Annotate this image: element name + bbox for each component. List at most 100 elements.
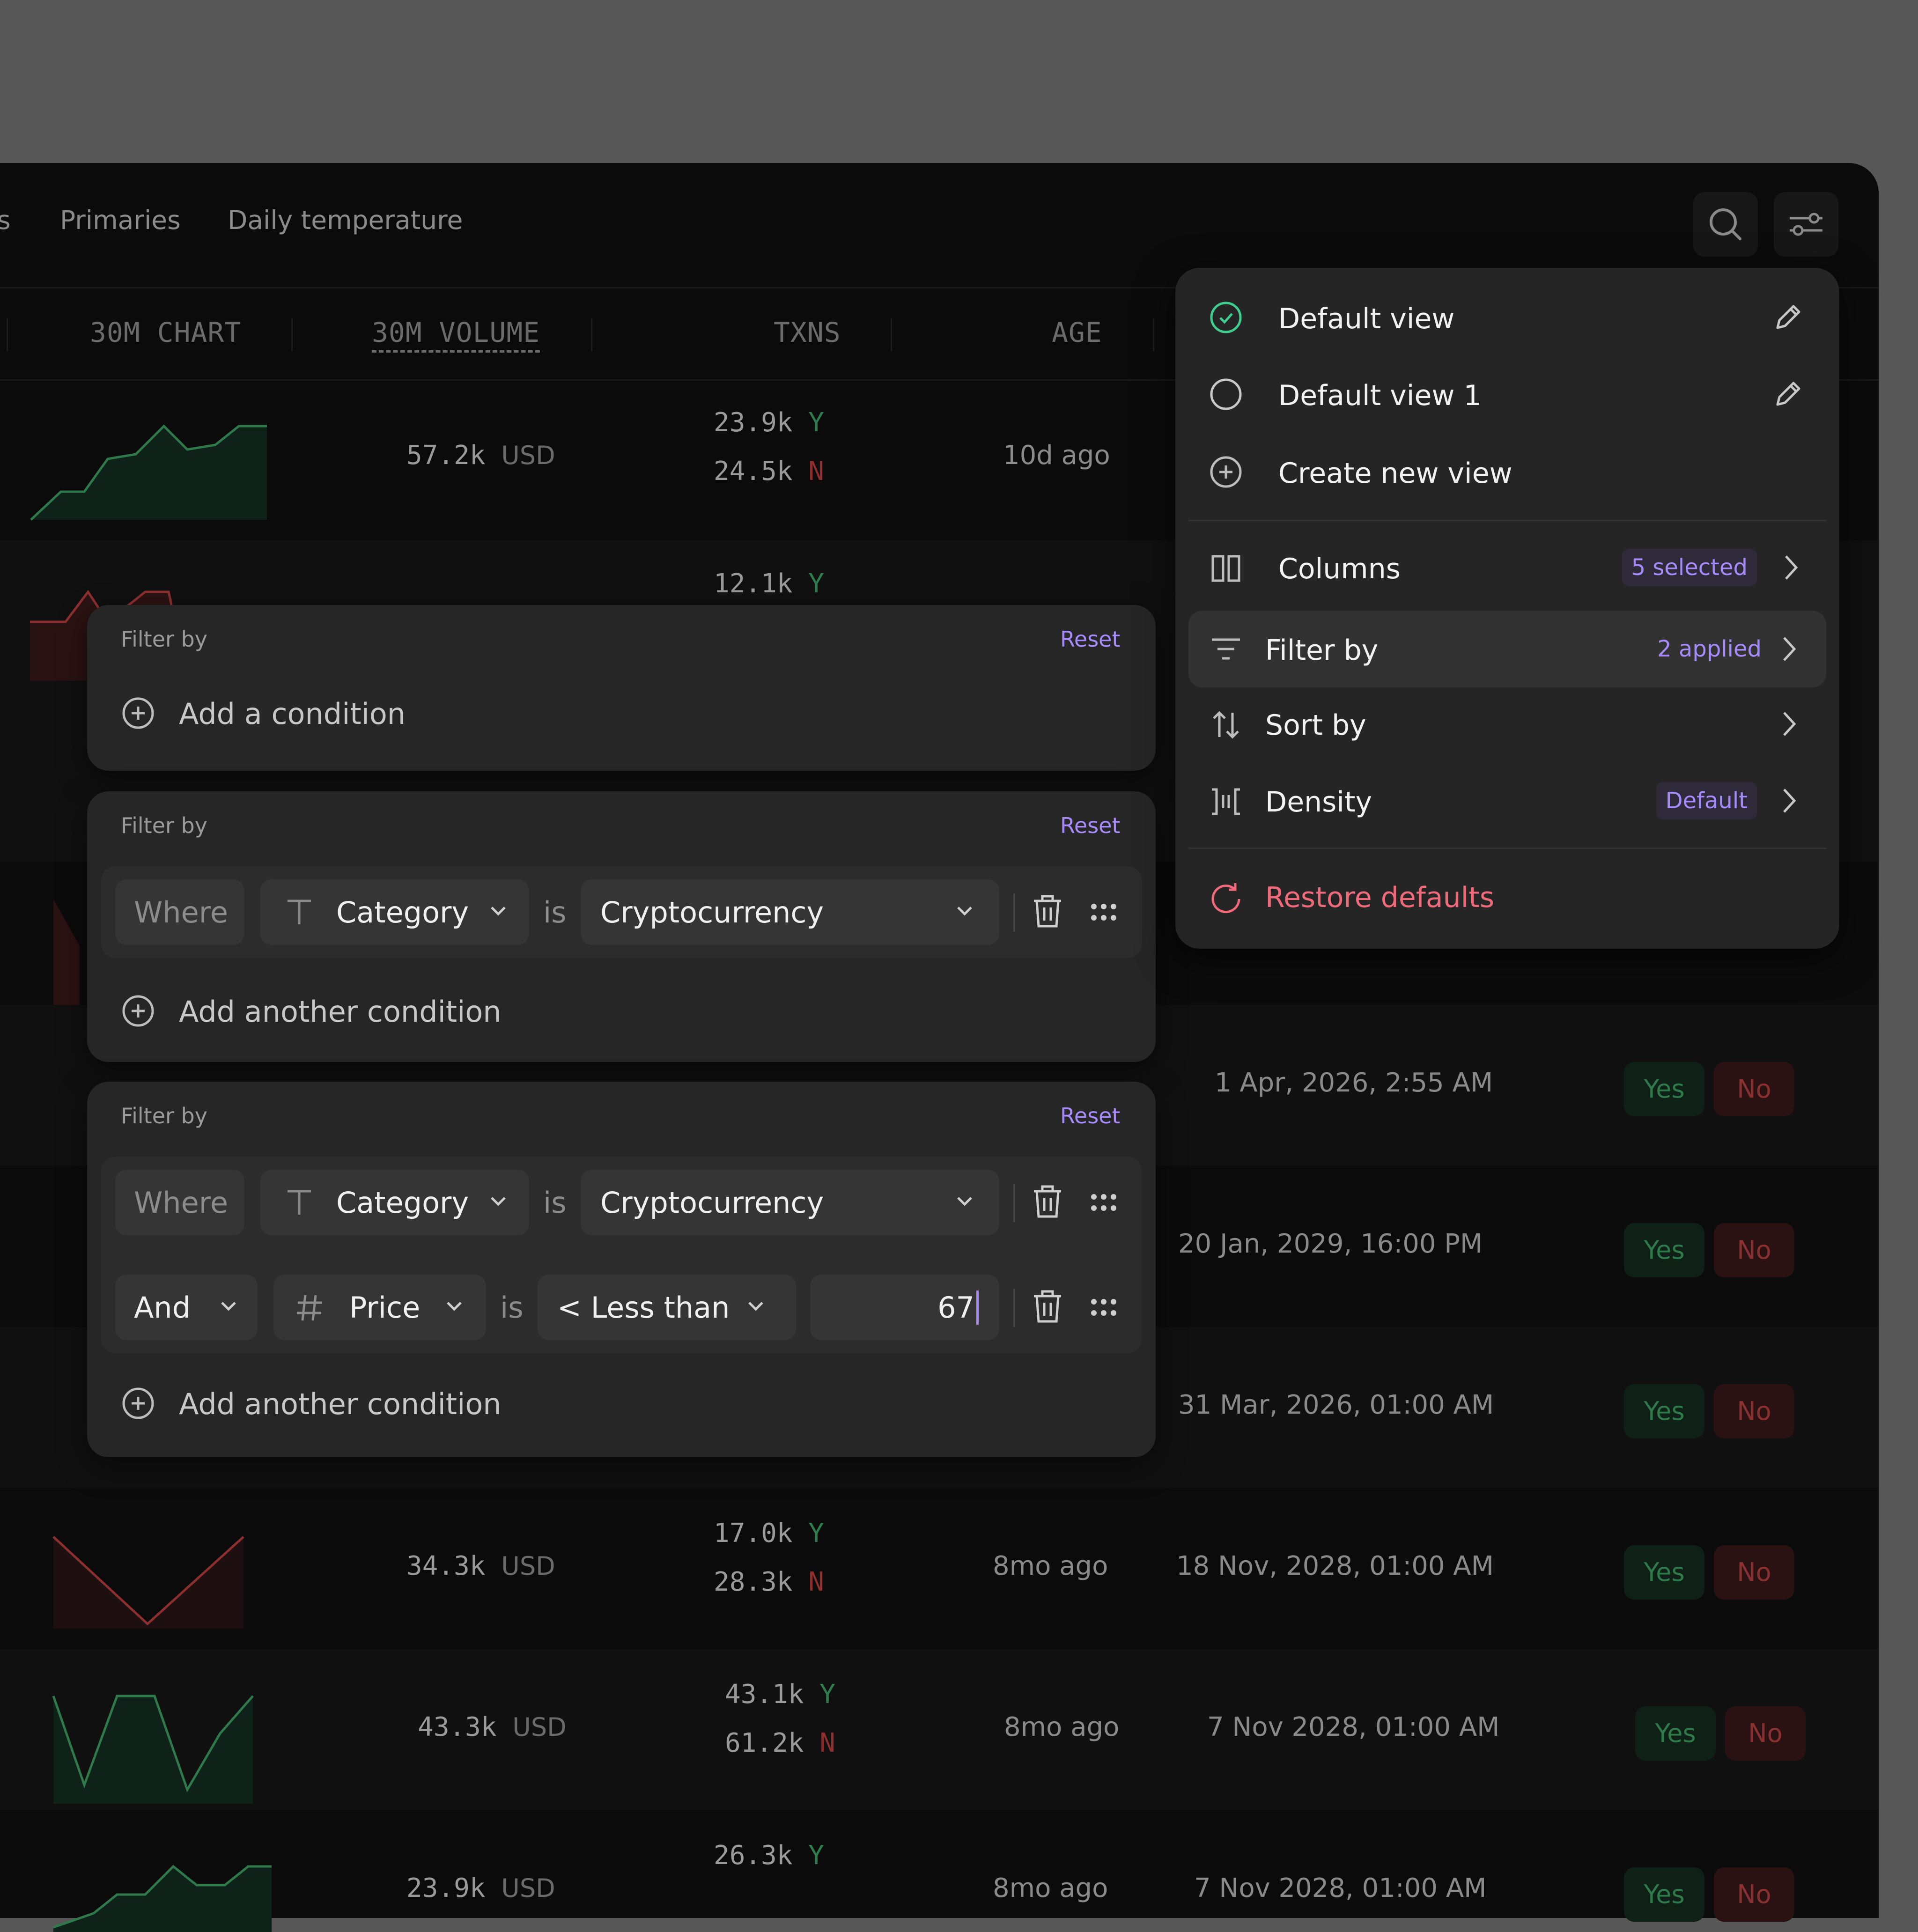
view-settings-button[interactable]	[1774, 192, 1838, 257]
menu-item-default-view[interactable]: Default view	[1188, 285, 1826, 350]
table-row[interactable]: 34.3k USD 17.0k Y 28.3k N 8mo ago 18 Nov…	[0, 1488, 1879, 1649]
txns-yes: 23.9k Y	[714, 407, 825, 438]
table-row[interactable]: 43.3k USD 43.1k Y 61.2k N 8mo ago 7 Nov …	[0, 1649, 1879, 1810]
menu-item-columns[interactable]: Columns 5 selected	[1188, 535, 1826, 600]
tab-daily-temperature[interactable]: Daily temperature	[228, 205, 463, 235]
menu-item-sort[interactable]: Sort by	[1188, 691, 1826, 757]
reset-button[interactable]: Reset	[1060, 1103, 1121, 1128]
plus-circle-icon	[122, 697, 154, 729]
columns-icon	[1211, 555, 1240, 582]
age-cell: 8mo ago	[993, 1551, 1108, 1581]
operator-select[interactable]: < Less than	[538, 1275, 796, 1340]
tab-partial[interactable]: s	[0, 205, 11, 235]
menu-divider	[1188, 520, 1826, 521]
field-select[interactable]: Category	[260, 1170, 529, 1235]
value-select[interactable]: Cryptocurrency	[581, 1170, 999, 1235]
search-button[interactable]	[1693, 192, 1758, 257]
plus-circle-icon	[122, 1387, 154, 1419]
trash-icon[interactable]	[1031, 894, 1064, 929]
filter-label: Filter by	[121, 627, 207, 652]
drag-handle-icon[interactable]	[1089, 1188, 1118, 1217]
menu-divider	[1188, 848, 1826, 849]
menu-item-default-view-1[interactable]: Default view 1	[1188, 361, 1826, 427]
no-button[interactable]: No	[1714, 1384, 1794, 1438]
no-button[interactable]: No	[1714, 1062, 1794, 1116]
no-button[interactable]: No	[1714, 1223, 1794, 1277]
age-cell: 10d ago	[1003, 440, 1110, 471]
trash-icon[interactable]	[1031, 1290, 1064, 1324]
field-select[interactable]: Price	[273, 1275, 486, 1340]
sparkline-chart	[53, 1865, 272, 1932]
menu-item-create-view[interactable]: Create new view	[1188, 439, 1826, 505]
yes-button[interactable]: Yes	[1624, 1062, 1704, 1116]
column-divider	[291, 318, 293, 351]
is-label: is	[543, 1186, 567, 1220]
txns-no: 28.3k N	[714, 1567, 825, 1597]
drag-handle-icon[interactable]	[1089, 1293, 1118, 1321]
density-icon	[1212, 788, 1240, 815]
yes-button[interactable]: Yes	[1624, 1545, 1704, 1600]
yes-button[interactable]: Yes	[1635, 1706, 1716, 1761]
divider	[1013, 1289, 1015, 1327]
chevron-down-icon	[957, 1197, 972, 1206]
chevron-down-icon	[957, 907, 972, 916]
yes-button[interactable]: Yes	[1624, 1867, 1704, 1922]
chevron-down-icon	[491, 1197, 506, 1206]
pencil-icon[interactable]	[1771, 302, 1804, 334]
restore-icon	[1211, 883, 1240, 914]
chevron-down-icon	[221, 1302, 236, 1311]
filter-panel-two-conditions: Filter by Reset Where Category is Crypto…	[87, 1082, 1156, 1457]
field-select[interactable]: Category	[260, 879, 529, 945]
txns-no: 24.5k N	[714, 456, 825, 487]
date-cell: 20 Jan, 2029, 16:00 PM	[1178, 1229, 1483, 1259]
filter-panel-one-condition: Filter by Reset Where Category is Crypto…	[87, 791, 1156, 1062]
date-cell: 31 Mar, 2026, 01:00 AM	[1178, 1390, 1494, 1420]
no-button[interactable]: No	[1714, 1867, 1794, 1922]
column-divider	[591, 318, 592, 351]
age-cell: 8mo ago	[993, 1873, 1108, 1903]
no-button[interactable]: No	[1714, 1545, 1794, 1600]
table-row[interactable]: 23.9k USD 26.3k Y 8mo ago 7 Nov 2028, 01…	[0, 1810, 1879, 1932]
no-button[interactable]: No	[1725, 1706, 1806, 1761]
column-header-txns[interactable]: TXNS	[774, 317, 841, 348]
date-cell: 1 Apr, 2026, 2:55 AM	[1215, 1068, 1493, 1098]
chevron-down-icon	[447, 1302, 462, 1311]
text-type-icon	[288, 900, 311, 924]
hash-icon	[297, 1295, 322, 1321]
volume-cell: 34.3k USD	[406, 1551, 555, 1581]
price-value-input[interactable]: 67	[810, 1275, 999, 1340]
txns-yes: 17.0k Y	[714, 1518, 825, 1549]
yes-button[interactable]: Yes	[1624, 1384, 1704, 1438]
circle-icon	[1210, 378, 1242, 410]
age-cell: 8mo ago	[1004, 1712, 1120, 1742]
chevron-down-icon	[748, 1302, 763, 1311]
column-divider	[1153, 318, 1154, 351]
is-label: is	[500, 1290, 524, 1325]
tab-primaries[interactable]: Primaries	[60, 205, 181, 235]
column-header-volume[interactable]: 30M VOLUME	[372, 317, 540, 353]
pencil-icon[interactable]	[1771, 378, 1804, 411]
value-select[interactable]: Cryptocurrency	[581, 879, 999, 945]
chevron-right-icon	[1783, 637, 1796, 661]
column-divider	[891, 318, 892, 351]
sort-icon	[1213, 711, 1239, 739]
yes-button[interactable]: Yes	[1624, 1223, 1704, 1277]
txns-yes: 12.1k Y	[714, 568, 825, 599]
filter-condition-group: Where Category is Cryptocurrency And Pri…	[101, 1157, 1142, 1353]
column-header-age[interactable]: AGE	[1052, 317, 1102, 348]
filter-panel-empty: Filter by Reset Add a condition	[87, 605, 1156, 771]
density-badge: Default	[1656, 782, 1757, 819]
divider	[1013, 893, 1015, 932]
reset-button[interactable]: Reset	[1060, 627, 1121, 652]
conjunction-select[interactable]: And	[115, 1275, 258, 1340]
volume-cell: 43.3k USD	[418, 1712, 567, 1742]
column-header-chart[interactable]: 30M CHART	[90, 317, 241, 348]
sparkline-chart	[52, 1695, 254, 1804]
menu-item-restore-defaults[interactable]: Restore defaults	[1188, 863, 1826, 929]
filter-badge: 2 applied	[1657, 636, 1762, 662]
menu-item-filter[interactable]: Filter by 2 applied	[1188, 611, 1826, 687]
reset-button[interactable]: Reset	[1060, 813, 1121, 838]
menu-item-density[interactable]: Density Default	[1188, 768, 1826, 833]
trash-icon[interactable]	[1031, 1185, 1064, 1219]
drag-handle-icon[interactable]	[1089, 898, 1118, 926]
